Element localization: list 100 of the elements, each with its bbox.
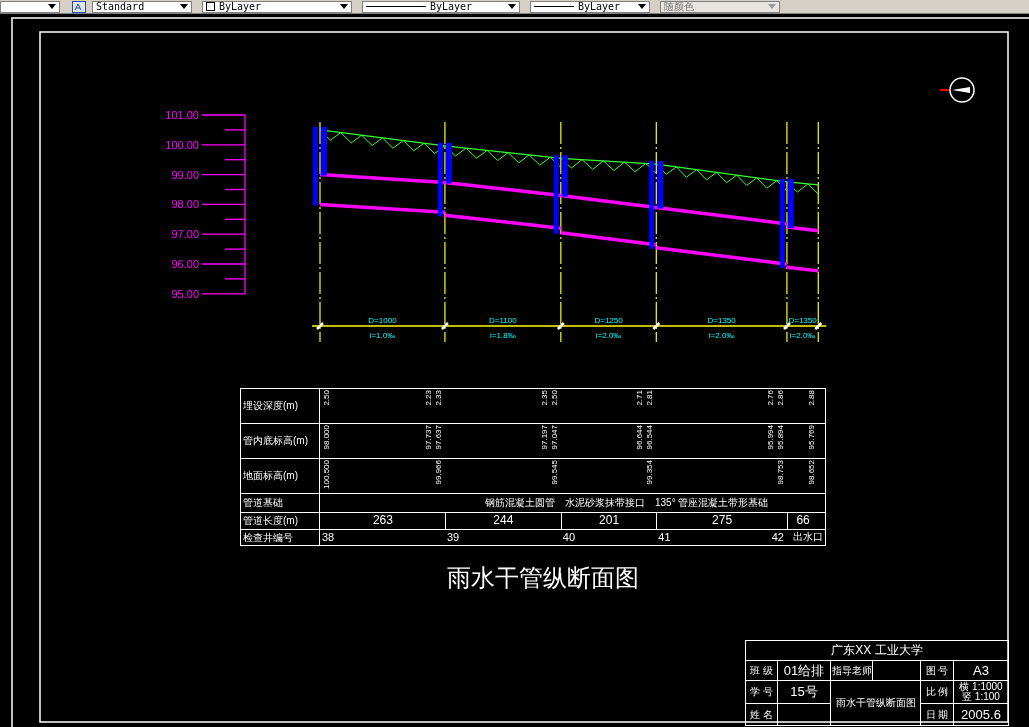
- depth-value: 2.35: [539, 390, 549, 406]
- row-label: 管内底标高(m): [241, 424, 320, 458]
- length-value: 201: [598, 513, 621, 528]
- slope-label: i=1.8‰: [490, 331, 516, 340]
- class-value: 01给排: [778, 661, 831, 681]
- ground-elevation: 99.545: [549, 460, 559, 485]
- slope-label: i=2.0‰: [789, 331, 816, 340]
- invert-elevation: 96.644: [635, 425, 645, 450]
- text-style-icon[interactable]: [72, 0, 86, 13]
- class-label: 班 级: [746, 661, 778, 681]
- depth-value: 2.50: [322, 390, 331, 406]
- drawing-number: A3: [954, 661, 1009, 681]
- caret-icon: [508, 4, 516, 9]
- dropdown-value: 随颜色: [664, 1, 695, 12]
- blank-table-cell: [873, 661, 921, 681]
- scale-label: 比 例: [921, 681, 954, 704]
- invert-elevation: 97.047: [549, 425, 559, 450]
- dropdown[interactable]: [0, 0, 60, 13]
- caret-icon: [48, 4, 56, 9]
- blank-table-cell: [778, 704, 831, 726]
- color-swatch-icon: [206, 2, 215, 11]
- invert-elevation: 96.544: [645, 425, 655, 450]
- line-sample-icon: [534, 5, 574, 8]
- invert-elevation: 95.769: [807, 425, 817, 450]
- drawing-number-label: 图 号: [921, 661, 954, 681]
- manhole-number: 40: [562, 530, 576, 544]
- invert-elevation: 97.737: [423, 425, 433, 450]
- invert-elevation: 95.994: [765, 425, 775, 450]
- dropdown-value: ByLayer: [578, 1, 622, 12]
- diameter-label: D=1100: [489, 316, 517, 325]
- date-label: 日 期: [921, 704, 954, 726]
- toolbar-dropdown[interactable]: Standard: [92, 0, 192, 13]
- diameter-label: D=1350: [707, 316, 736, 325]
- diameter-label: D=1250: [594, 316, 623, 325]
- invert-elevation: 97.197: [539, 425, 549, 450]
- slope-label: i=2.0‰: [708, 331, 735, 340]
- toolbar-dropdown[interactable]: ByLayer: [362, 0, 520, 13]
- compass-icon: [939, 77, 975, 103]
- caret-icon: [340, 4, 348, 9]
- diameter-label: D=1000: [368, 316, 397, 325]
- name-label: 姓 名: [746, 704, 778, 726]
- caret-icon: [638, 4, 646, 9]
- school-name: 广东XX 工业大学: [746, 641, 1009, 661]
- depth-value: 2.81: [645, 390, 655, 406]
- ground-elevation: 100.500: [322, 460, 331, 489]
- depth-value: 2.86: [775, 390, 785, 406]
- foundation-text: 135° 管座混凝土带形基础: [655, 496, 769, 510]
- line-sample-icon: [366, 5, 426, 8]
- drawing-title: 雨水干管纵断面图: [447, 563, 639, 593]
- depth-value: 2.23: [423, 390, 433, 406]
- ground-elevation: 99.354: [645, 460, 655, 485]
- length-value: 244: [492, 513, 515, 528]
- row-label: 管道基础: [241, 494, 320, 512]
- elevation-label: 95.00: [171, 287, 199, 300]
- caret-icon: [768, 4, 776, 9]
- advisor-label: 指导老师: [831, 661, 873, 681]
- slope-label: i=1.0‰: [369, 331, 396, 340]
- length-value: 263: [371, 513, 394, 528]
- manhole-number: 38: [322, 530, 335, 544]
- scale-value: 横 1:1000: [959, 682, 1003, 692]
- invert-elevation: 95.894: [775, 425, 785, 450]
- row-label: 埋设深度(m): [241, 389, 320, 423]
- dropdown-value: Standard: [96, 1, 146, 12]
- manhole-number: 42: [771, 530, 784, 544]
- ground-elevation: 98.652: [807, 460, 817, 485]
- diameter-label: D=1350: [788, 316, 817, 325]
- ground-elevation: 98.753: [775, 460, 785, 485]
- manhole-number: 41: [658, 530, 671, 544]
- invert-elevation: 98.000: [322, 425, 331, 450]
- manhole-number: 出水口: [793, 530, 823, 544]
- student-number-label: 学 号: [746, 681, 778, 704]
- ground-elevation: 99.966: [433, 460, 443, 485]
- row-label: 地面标高(m): [241, 459, 320, 493]
- foundation-text: 钢筋混凝土圆管: [485, 496, 555, 510]
- row-label: 检查井编号: [241, 530, 320, 545]
- foundation-text: 水泥砂浆抹带接口: [565, 496, 645, 510]
- elevation-label: 98.00: [171, 198, 199, 211]
- depth-value: 2.88: [807, 390, 817, 406]
- depth-value: 2.76: [765, 390, 775, 406]
- depth-value: 2.50: [549, 390, 559, 406]
- dropdown-value: ByLayer: [430, 1, 474, 12]
- scale-value: 竖 1:100: [962, 692, 1000, 702]
- row-label: 管道长度(m): [241, 513, 320, 529]
- title-block-drawing-title: 雨水干管纵断面图: [831, 681, 921, 726]
- toolbar-dropdown[interactable]: ByLayer: [202, 0, 352, 13]
- elevation-label: 99.00: [171, 168, 199, 181]
- length-value: 66: [795, 513, 811, 528]
- length-value: 275: [711, 513, 734, 528]
- elevation-label: 96.00: [171, 258, 199, 270]
- depth-value: 2.71: [635, 390, 645, 406]
- date-value: 2005.6: [954, 704, 1009, 726]
- dropdown-value: ByLayer: [219, 1, 263, 12]
- depth-value: 2.33: [433, 390, 443, 406]
- toolbar-dropdown[interactable]: ByLayer: [530, 0, 650, 13]
- caret-icon: [180, 4, 188, 9]
- elevation-label: 100.00: [165, 138, 199, 151]
- manhole-number: 39: [446, 530, 460, 544]
- elevation-label: 101.00: [165, 109, 199, 121]
- elevation-label: 97.00: [171, 228, 199, 241]
- slope-label: i=2.0‰: [595, 331, 622, 340]
